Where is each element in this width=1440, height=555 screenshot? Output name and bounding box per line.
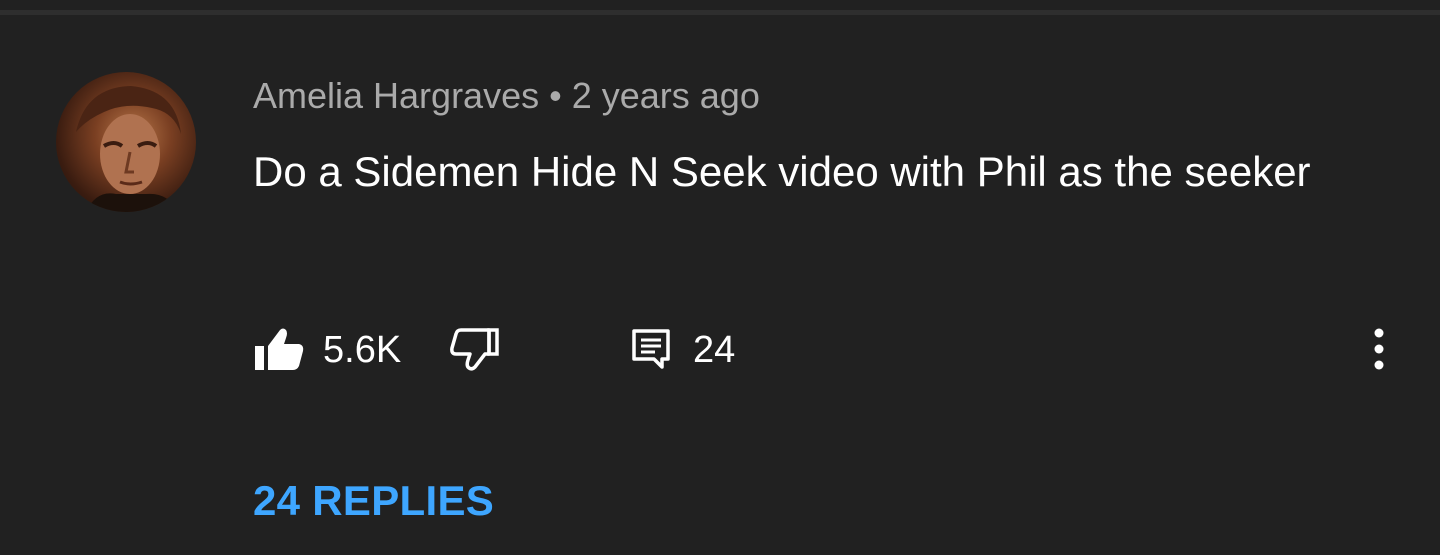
view-replies-link[interactable]: 24 REPLIES [253,474,494,528]
thumbs-up-filled-icon [255,328,304,370]
meta-separator: • [549,75,562,116]
comment-text: Do a Sidemen Hide N Seek video with Phil… [253,148,1311,195]
author-avatar[interactable] [56,72,196,212]
more-vertical-icon [1374,328,1384,370]
thumbs-down-outline-icon [450,328,499,371]
avatar-photo-icon [76,86,181,212]
reply-count: 24 [693,329,736,371]
like-button[interactable] [253,326,305,372]
reply-button[interactable] [631,328,671,370]
comment-card: Amelia Hargraves • 2 years ago Do a Sideme… [0,0,1440,555]
dislike-button[interactable] [449,326,501,372]
like-count: 5.6K [323,329,402,371]
comment-icon [632,329,670,369]
comment-timestamp[interactable]: 2 years ago [572,75,760,116]
comment-actions: 5.6K 24 [253,322,1403,378]
author-name[interactable]: Amelia Hargraves [253,75,539,116]
more-options-button[interactable] [1363,324,1395,374]
comment-meta: Amelia Hargraves • 2 years ago [253,74,760,118]
